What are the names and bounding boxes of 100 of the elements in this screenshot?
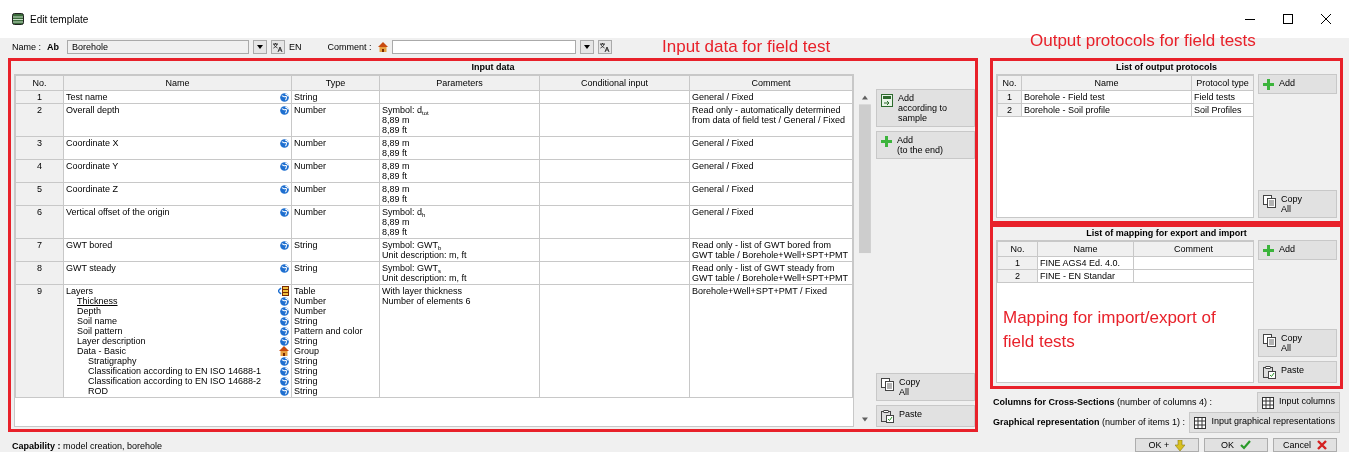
globe-icon xyxy=(280,161,289,171)
translate-button[interactable] xyxy=(271,40,285,54)
parameter-text: 8,89 m xyxy=(382,217,410,227)
globe-icon xyxy=(280,296,289,306)
cancel-button[interactable]: Cancel xyxy=(1273,438,1337,452)
ok-plus-button[interactable]: OK + xyxy=(1135,438,1199,452)
dropdown-button[interactable] xyxy=(253,40,267,54)
grid-button[interactable]: Input graphical representations xyxy=(1189,411,1340,433)
globe-icon xyxy=(280,326,289,336)
comment-text: Read only - list of GWT steady from GWT table / Borehole+Well+SPT+PMT xyxy=(692,263,848,283)
parameter-text: Symbol: d$_{h}$ xyxy=(382,207,426,217)
ok-button[interactable]: OK xyxy=(1204,438,1268,452)
comment-label: Comment : xyxy=(327,42,372,52)
parameter-text: 8,89 ft xyxy=(382,171,408,181)
panel-title: List of mapping for export and import xyxy=(1085,226,1248,240)
dropdown-button[interactable] xyxy=(579,40,594,54)
translate-icon xyxy=(599,42,610,52)
window-title: Edit template xyxy=(30,13,90,25)
copy-icon xyxy=(1263,194,1276,208)
parameter-text: 8,89 ft xyxy=(382,227,408,237)
cross-icon xyxy=(1317,440,1327,450)
paste-button[interactable]: Paste xyxy=(1258,361,1337,383)
field-name: Coordinate X xyxy=(66,138,119,148)
row-number: 8 xyxy=(15,261,64,285)
maximize-icon[interactable] xyxy=(1283,14,1293,24)
parameter-text: With layer thickness xyxy=(382,286,463,296)
type-label: Number xyxy=(294,306,326,316)
text-type-label: Ab xyxy=(47,42,59,52)
copy-button[interactable]: Copy All xyxy=(1258,189,1337,218)
field-name: GWT steady xyxy=(66,263,116,273)
parameter-text: 8,89 m xyxy=(382,161,410,171)
panel-title: List of output protocols xyxy=(1115,61,1218,74)
field-name: Soil pattern xyxy=(77,326,123,336)
parameter-text: 8,89 m xyxy=(382,184,410,194)
caret-icon xyxy=(257,45,263,49)
add-button[interactable]: Add (to the end) xyxy=(875,131,975,159)
type-label: Number xyxy=(294,184,326,194)
table-cell: Borehole - Soil profile xyxy=(1021,103,1192,117)
globe-icon xyxy=(280,240,289,250)
row-number: 9 xyxy=(15,284,64,398)
paste-button[interactable]: Paste xyxy=(875,405,975,427)
field-name: Layers xyxy=(66,286,93,296)
setting-label: Columns for Cross-Sections (number of columns 4) : xyxy=(993,397,1213,407)
table-cell: FINE - EN Standar xyxy=(1037,269,1134,282)
column-header: Conditional input xyxy=(539,75,690,91)
type-label: String xyxy=(294,263,318,273)
column-header: Type xyxy=(291,75,380,91)
type-label: String xyxy=(294,386,318,396)
type-label: Number xyxy=(294,296,326,306)
add-button[interactable]: Add xyxy=(1258,239,1337,260)
annotation-label: Mapping for import/export of field tests xyxy=(1003,307,1217,353)
table-cell: Field tests xyxy=(1191,90,1254,104)
table-icon xyxy=(278,286,289,296)
comment-text: General / Fixed xyxy=(692,161,754,171)
name-field[interactable]: Borehole xyxy=(67,40,249,54)
row-number: 4 xyxy=(15,159,64,183)
plus-icon xyxy=(880,136,892,147)
column-header: Name xyxy=(63,75,292,91)
house-icon xyxy=(279,346,289,356)
globe-icon xyxy=(280,207,289,217)
parameter-text: Symbol: d$_{tot}$ xyxy=(382,105,429,115)
type-label: String xyxy=(294,356,318,366)
copy-button[interactable]: Copy All xyxy=(875,373,975,401)
field-name: Overall depth xyxy=(66,105,120,115)
plus-icon xyxy=(1263,79,1274,90)
add-button[interactable]: Add xyxy=(1258,74,1337,94)
grid-button[interactable]: Input columns xyxy=(1256,391,1340,413)
name-label: Name : xyxy=(12,42,41,52)
parameter-text: Symbol: GWT$_{s}$ xyxy=(382,263,441,273)
add-sample-button[interactable]: Add according to sample xyxy=(875,89,975,127)
parameter-text: Symbol: GWT$_{b}$ xyxy=(382,240,442,250)
translate-button[interactable] xyxy=(597,40,612,54)
field-name: Vertical offset of the origin xyxy=(66,207,170,217)
comment-text: Borehole+Well+SPT+PMT / Fixed xyxy=(692,286,827,296)
field-name: Test name xyxy=(66,92,108,102)
copy-button[interactable]: Copy All xyxy=(1258,329,1337,357)
comment-text: General / Fixed xyxy=(692,207,754,217)
globe-icon xyxy=(280,92,289,102)
column-header: Comment xyxy=(689,75,853,91)
parameter-text: Number of elements 6 xyxy=(382,296,471,306)
copy-icon xyxy=(880,378,894,391)
type-label: String xyxy=(294,240,318,250)
field-name: Layer description xyxy=(77,336,146,346)
row-number: 6 xyxy=(15,205,64,239)
setting-label: Graphical representation (number of items 1) : xyxy=(993,417,1186,427)
row-number: 3 xyxy=(15,136,64,160)
column-header: Name xyxy=(1037,241,1134,256)
column-header: Name xyxy=(1021,75,1192,91)
column-header: Parameters xyxy=(379,75,540,91)
close-icon[interactable] xyxy=(1321,14,1331,24)
table-cell: FINE AGS4 Ed. 4.0. xyxy=(1037,256,1134,269)
annotation-label: Output protocols for field tests xyxy=(1030,30,1256,52)
comment-text: Read only - list of GWT bored from GWT table / Borehole+Well+SPT+PMT xyxy=(692,240,848,260)
row-number: 5 xyxy=(15,182,64,206)
parameter-text: 8,89 m xyxy=(382,115,410,125)
type-label: String xyxy=(294,366,318,376)
field-name: Coordinate Y xyxy=(66,161,119,171)
comment-field[interactable] xyxy=(391,40,576,54)
type-label: Number xyxy=(294,138,326,148)
comment-text: Read only - automatically determined from data of field test / General / Fixed xyxy=(692,105,846,125)
